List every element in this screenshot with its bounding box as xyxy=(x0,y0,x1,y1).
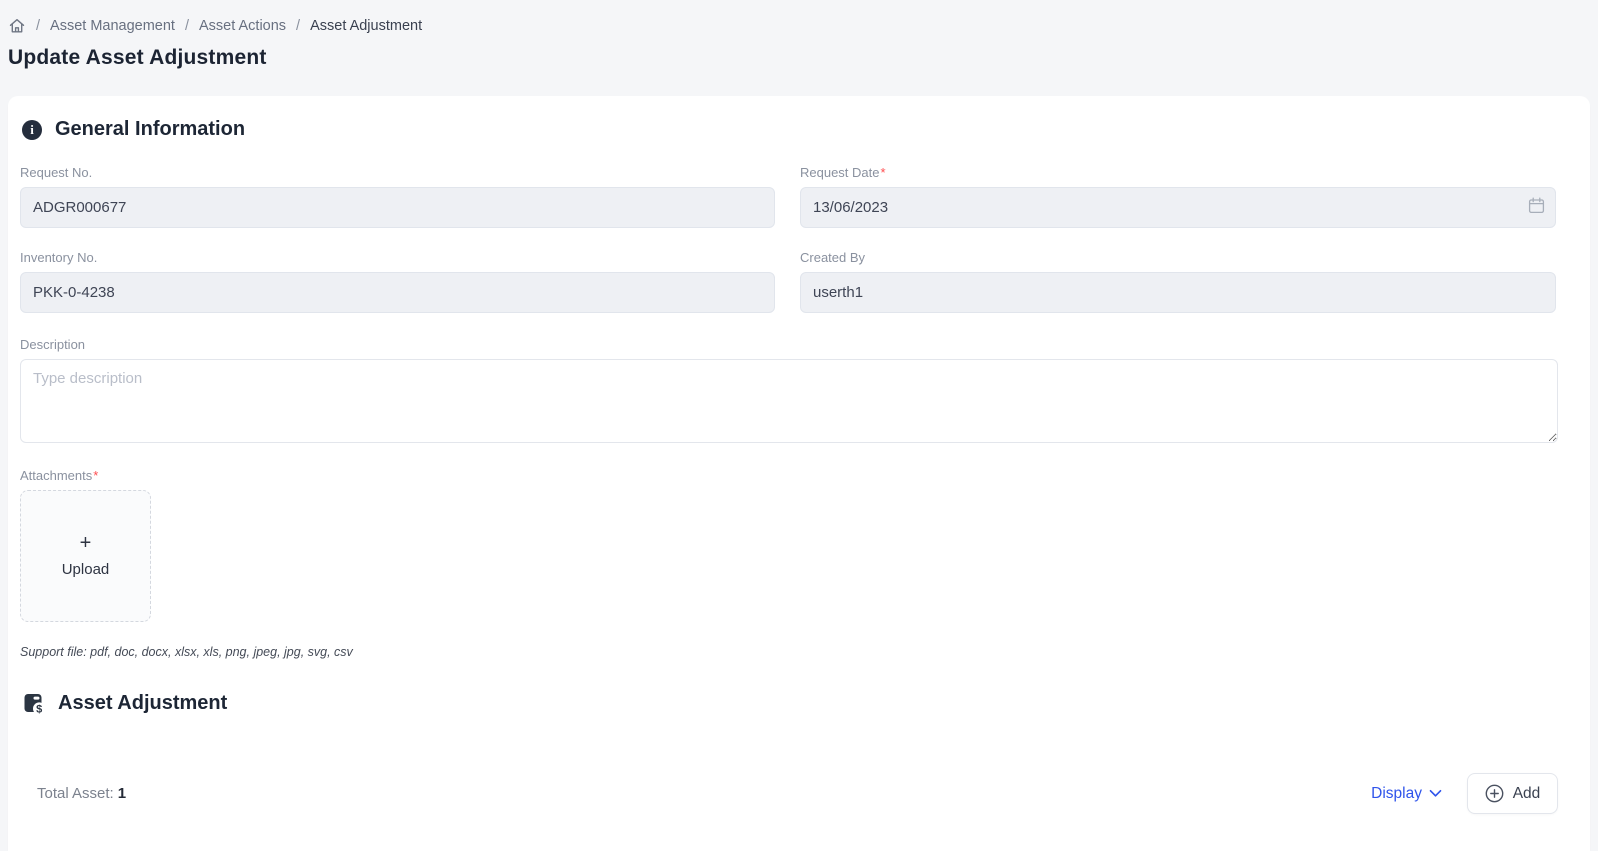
home-icon[interactable] xyxy=(8,17,26,35)
calendar-icon[interactable] xyxy=(1528,197,1545,219)
add-asset-button[interactable]: Add xyxy=(1467,773,1558,814)
breadcrumb-separator: / xyxy=(296,18,301,34)
breadcrumb: / Asset Management / Asset Actions / Ass… xyxy=(8,17,1582,35)
breadcrumb-separator: / xyxy=(36,18,41,34)
inventory-no-label-text: Inventory No. xyxy=(20,250,98,265)
request-date-label: Request Date* xyxy=(800,165,1556,180)
add-button-label: Add xyxy=(1512,784,1541,802)
inventory-no-label: Inventory No. xyxy=(20,250,775,265)
asset-table-toolbar: Total Asset: 1 Display Add xyxy=(20,773,1558,814)
field-attachments: Attachments* + Upload Support file: pdf,… xyxy=(20,468,1558,659)
display-label: Display xyxy=(1371,784,1422,802)
toolbar-actions: Display Add xyxy=(1371,773,1558,814)
request-no-input xyxy=(20,187,775,228)
page-title: Update Asset Adjustment xyxy=(8,46,267,69)
supported-files-note: Support file: pdf, doc, docx, xlsx, xls,… xyxy=(20,645,353,659)
breadcrumb-asset-management[interactable]: Asset Management xyxy=(50,18,175,34)
svg-text:$: $ xyxy=(36,703,42,715)
breadcrumb-asset-actions[interactable]: Asset Actions xyxy=(199,18,286,34)
upload-dropzone[interactable]: + Upload xyxy=(20,490,151,622)
created-by-input xyxy=(800,272,1556,313)
attachments-label-text: Attachments xyxy=(20,468,93,483)
top-bar: / Asset Management / Asset Actions / Ass… xyxy=(0,0,1598,96)
breadcrumb-separator: / xyxy=(184,18,189,34)
field-inventory-no: Inventory No. xyxy=(20,250,775,313)
field-created-by: Created By xyxy=(800,250,1556,313)
upload-label: Upload xyxy=(61,561,110,578)
required-asterisk: * xyxy=(93,468,99,483)
total-asset-line: Total Asset: 1 xyxy=(37,785,126,802)
request-no-label: Request No. xyxy=(20,165,775,180)
general-information-fields: Request No. Request Date* Inventory No xyxy=(20,165,1558,313)
request-date-label-text: Request Date xyxy=(800,165,880,180)
plus-icon: + xyxy=(79,532,92,554)
request-date-input[interactable] xyxy=(800,187,1556,228)
info-icon: i xyxy=(22,119,42,140)
description-label-text: Description xyxy=(20,337,86,352)
field-description: Description xyxy=(20,337,1558,448)
request-date-input-wrap xyxy=(800,187,1556,228)
required-asterisk: * xyxy=(880,165,886,180)
total-asset-label: Total Asset: xyxy=(37,785,114,802)
section-title-asset-adjustment: Asset Adjustment xyxy=(58,691,228,714)
form-card: i General Information Request No. Reques… xyxy=(8,96,1590,851)
inventory-no-input xyxy=(20,272,775,313)
breadcrumb-asset-adjustment: Asset Adjustment xyxy=(310,18,423,34)
asset-adjustment-header: $ Asset Adjustment xyxy=(22,691,1558,715)
chevron-down-icon xyxy=(1429,785,1442,803)
created-by-label: Created By xyxy=(800,250,1556,265)
general-information-header: i General Information xyxy=(22,118,1558,141)
attachments-label: Attachments* xyxy=(20,468,1558,483)
created-by-label-text: Created By xyxy=(800,250,866,265)
asset-dollar-icon: $ xyxy=(22,691,46,715)
plus-circle-icon xyxy=(1485,784,1504,803)
total-asset-value: 1 xyxy=(117,785,127,802)
description-label: Description xyxy=(20,337,1558,352)
display-dropdown[interactable]: Display xyxy=(1371,785,1442,803)
request-no-label-text: Request No. xyxy=(20,165,93,180)
field-request-no: Request No. xyxy=(20,165,775,228)
description-textarea[interactable] xyxy=(20,359,1558,443)
section-title-general-information: General Information xyxy=(55,118,246,140)
field-request-date: Request Date* xyxy=(800,165,1556,228)
